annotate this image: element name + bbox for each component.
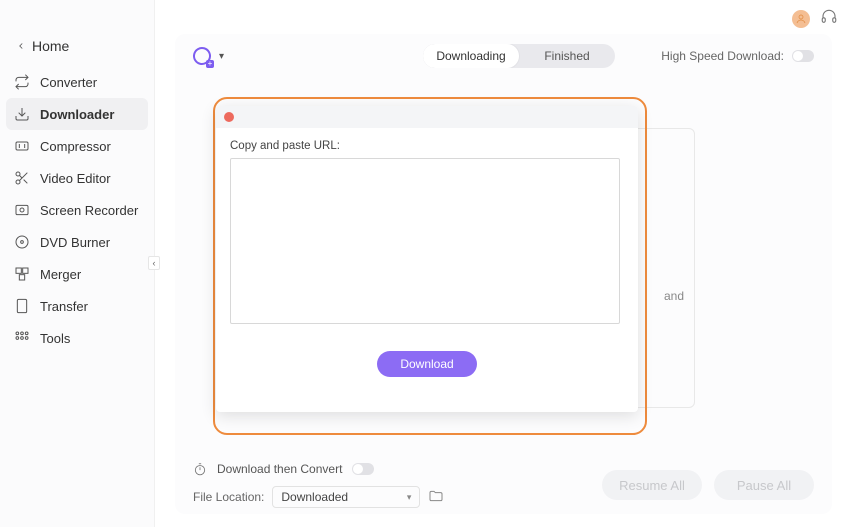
sidebar-item-compressor[interactable]: Compressor <box>0 130 154 162</box>
main-panel: + ▾ Downloading Finished High Speed Down… <box>175 34 832 514</box>
file-location-select[interactable]: Downloaded ▾ <box>272 486 420 508</box>
sidebar-item-video-editor[interactable]: Video Editor <box>0 162 154 194</box>
sidebar-item-tools[interactable]: Tools <box>0 322 154 354</box>
sidebar-item-label: DVD Burner <box>40 235 110 250</box>
sidebar: Home Converter Downloader Compressor Vid… <box>0 0 155 527</box>
file-location-label: File Location: <box>193 490 264 504</box>
url-input[interactable] <box>230 158 620 324</box>
high-speed-toggle[interactable] <box>792 50 814 62</box>
sidebar-item-label: Merger <box>40 267 81 282</box>
sidebar-item-label: Video Editor <box>40 171 111 186</box>
url-modal: Copy and paste URL: Download <box>216 106 638 412</box>
resume-all-button[interactable]: Resume All <box>602 470 702 500</box>
sidebar-item-label: Tools <box>40 331 70 346</box>
file-location-value: Downloaded <box>281 490 348 504</box>
tab-finished[interactable]: Finished <box>519 44 615 68</box>
tools-icon <box>14 330 30 346</box>
disc-icon <box>14 234 30 250</box>
high-speed-label: High Speed Download: <box>661 49 784 63</box>
sidebar-item-label: Downloader <box>40 107 114 122</box>
pause-all-button[interactable]: Pause All <box>714 470 814 500</box>
background-hint: and <box>664 289 684 303</box>
sidebar-item-merger[interactable]: Merger <box>0 258 154 290</box>
support-icon[interactable] <box>820 8 838 29</box>
downloader-icon <box>14 106 30 122</box>
sidebar-item-label: Converter <box>40 75 97 90</box>
stopwatch-icon <box>193 462 207 476</box>
chevron-down-icon: ▾ <box>219 51 224 62</box>
convert-label: Download then Convert <box>217 462 342 476</box>
merger-icon <box>14 266 30 282</box>
open-folder-button[interactable] <box>428 488 444 507</box>
user-avatar[interactable] <box>792 10 810 28</box>
home-back[interactable]: Home <box>0 32 154 60</box>
scissors-icon <box>14 170 30 186</box>
tab-downloading[interactable]: Downloading <box>423 44 519 68</box>
chevron-down-icon: ▾ <box>407 492 412 503</box>
home-label: Home <box>32 38 69 54</box>
recorder-icon <box>14 202 30 218</box>
sidebar-item-dvd-burner[interactable]: DVD Burner <box>0 226 154 258</box>
link-icon: + <box>193 47 211 65</box>
convert-toggle[interactable] <box>352 463 374 475</box>
compressor-icon <box>14 138 30 154</box>
sidebar-item-label: Compressor <box>40 139 111 154</box>
sidebar-item-transfer[interactable]: Transfer <box>0 290 154 322</box>
sidebar-item-label: Transfer <box>40 299 88 314</box>
sidebar-collapse-handle[interactable]: ‹ <box>148 256 160 270</box>
add-url-button[interactable]: + ▾ <box>193 47 224 65</box>
status-tabs: Downloading Finished <box>423 44 615 68</box>
url-input-label: Copy and paste URL: <box>230 140 624 152</box>
sidebar-item-converter[interactable]: Converter <box>0 66 154 98</box>
transfer-icon <box>14 298 30 314</box>
sidebar-item-screen-recorder[interactable]: Screen Recorder <box>0 194 154 226</box>
modal-close-button[interactable] <box>224 112 234 122</box>
download-button[interactable]: Download <box>377 351 477 377</box>
converter-icon <box>14 74 30 90</box>
sidebar-item-label: Screen Recorder <box>40 203 138 218</box>
sidebar-item-downloader[interactable]: Downloader <box>6 98 148 130</box>
